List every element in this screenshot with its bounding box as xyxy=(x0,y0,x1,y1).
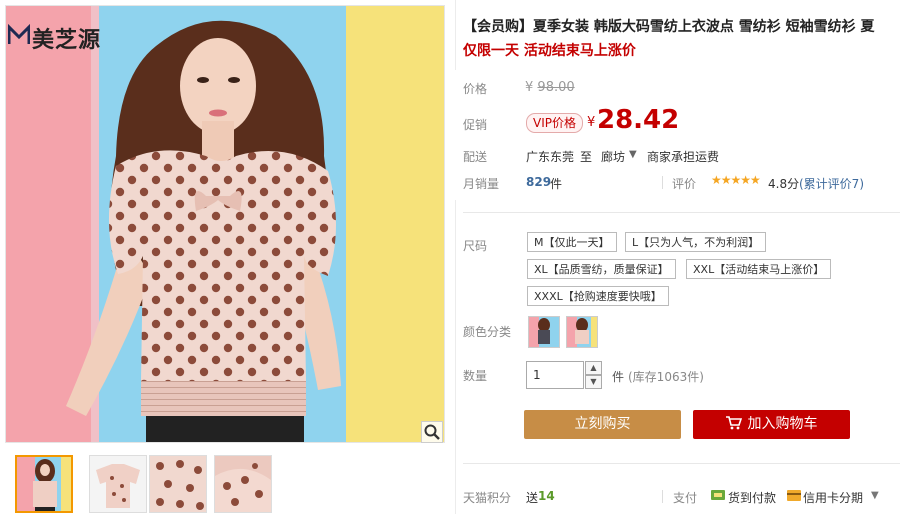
quantity-input[interactable] xyxy=(526,361,584,389)
monthly-sales-unit: 件 xyxy=(550,177,563,191)
thumbnail-1[interactable] xyxy=(15,455,73,513)
separator xyxy=(662,490,663,503)
credit-card-installment[interactable]: 信用卡分期 xyxy=(803,489,863,506)
points-value: 14 xyxy=(538,489,555,503)
shipping-label: 配送 xyxy=(463,150,488,164)
monthly-sales-count: 829 xyxy=(526,175,552,189)
size-option-xxxl[interactable]: XXXL【抢购速度要快哦】 xyxy=(527,286,669,306)
star-rating-icon: ★★★★★ xyxy=(711,173,761,187)
review-count-link[interactable]: (累计评价7) xyxy=(799,175,864,192)
credit-card-icon xyxy=(786,489,802,505)
thumbnail-4[interactable] xyxy=(214,455,272,513)
points-label: 天猫积分 xyxy=(463,491,512,505)
color-label: 颜色分类 xyxy=(463,325,512,339)
zoom-button[interactable] xyxy=(421,421,443,443)
original-price-value: 98.00 xyxy=(537,80,575,95)
magnifier-icon xyxy=(424,424,440,440)
ship-from: 广东东莞 xyxy=(526,150,575,164)
size-label: 尺码 xyxy=(463,239,488,253)
shopping-cart-icon xyxy=(725,412,742,441)
product-title: 【会员购】夏季女装 韩版大码雪纺上衣波点 雪纺衫 短袖雪纺衫 夏 xyxy=(463,19,875,35)
add-to-cart-label: 加入购物车 xyxy=(747,416,818,432)
thumbnail-2[interactable] xyxy=(89,455,147,513)
caret-down-icon[interactable]: ▼ xyxy=(629,149,637,160)
rating-label: 评价 xyxy=(672,177,697,191)
thumbnail-strip xyxy=(10,451,440,514)
current-price: 28.42 xyxy=(597,105,680,135)
points-prefix: 送 xyxy=(526,491,539,505)
rating-score: 4.8分 xyxy=(768,177,800,191)
stock-count: (库存1063件) xyxy=(628,370,704,384)
currency-symbol: ¥ xyxy=(525,80,534,95)
separator xyxy=(662,176,663,189)
ship-to-word: 至 xyxy=(580,150,593,164)
promo-price-label: 促销 xyxy=(463,118,488,132)
section-divider xyxy=(463,212,900,213)
main-product-image[interactable] xyxy=(5,5,445,443)
quantity-increase-button[interactable]: ▲ xyxy=(585,361,602,375)
payment-label: 支付 xyxy=(673,491,698,505)
color-swatch-2[interactable] xyxy=(566,316,598,348)
cash-icon xyxy=(710,488,726,505)
size-option-m[interactable]: M【仅此一天】 xyxy=(527,232,617,252)
add-to-cart-button[interactable]: 加入购物车 xyxy=(693,410,850,439)
quantity-label: 数量 xyxy=(463,369,488,383)
quantity-unit: 件 xyxy=(612,370,625,384)
product-photo xyxy=(6,6,444,442)
size-option-xl[interactable]: XL【品质雪纺，质量保证】 xyxy=(527,259,676,279)
vip-price-badge: VIP价格 xyxy=(526,113,583,133)
cash-on-delivery[interactable]: 货到付款 xyxy=(728,489,776,506)
ship-destination-select[interactable]: 廊坊 xyxy=(601,148,625,165)
monthly-sales-label: 月销量 xyxy=(463,177,500,191)
size-option-xxl[interactable]: XXL【活动结束马上涨价】 xyxy=(686,259,832,279)
thumbnail-3[interactable] xyxy=(149,455,207,513)
size-option-l[interactable]: L【只为人气，不为利润】 xyxy=(625,232,767,252)
quantity-decrease-button[interactable]: ▼ xyxy=(585,375,602,389)
caret-down-icon[interactable]: ▼ xyxy=(871,490,879,501)
promo-text: 仅限一天 活动结束马上涨价 xyxy=(463,43,636,59)
section-divider xyxy=(463,463,900,464)
current-currency-symbol: ¥ xyxy=(587,115,596,130)
brand-logo-text: 美芝源 xyxy=(32,28,102,53)
brand-logo-mark xyxy=(7,23,31,46)
price-label: 价格 xyxy=(463,82,488,96)
original-price: ¥ 98.00 xyxy=(525,80,575,95)
color-swatch-1[interactable] xyxy=(528,316,560,348)
shipping-fee: 商家承担运费 xyxy=(647,150,720,164)
buy-now-button[interactable]: 立刻购买 xyxy=(524,410,681,439)
